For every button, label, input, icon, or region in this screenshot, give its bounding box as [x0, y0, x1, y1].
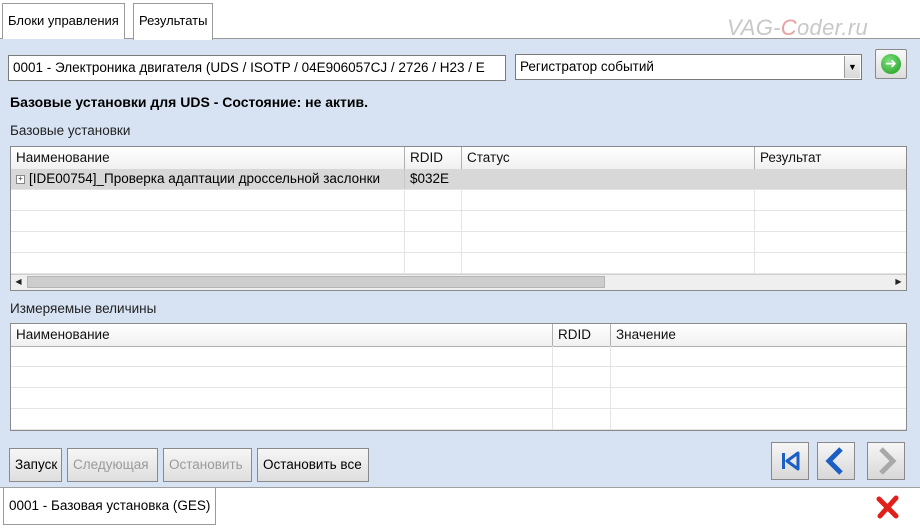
basic-settings-table: Наименование RDID Статус Результат + [IDE… — [10, 146, 907, 291]
tab-control-units[interactable]: Блоки управления — [2, 3, 125, 39]
next-button[interactable] — [867, 442, 905, 480]
expand-icon[interactable]: + — [16, 174, 25, 184]
close-button[interactable] — [875, 494, 901, 520]
previous-button[interactable] — [817, 442, 855, 480]
ecu-field-value: 0001 - Электроника двигателя (UDS / ISOT… — [13, 60, 485, 75]
basic-settings-label: Базовые установки — [10, 123, 131, 138]
table-header: Наименование RDID Статус Результат — [11, 147, 906, 170]
status-line: Базовые установки для UDS - Состояние: н… — [10, 94, 368, 110]
table-row — [11, 211, 906, 232]
ecu-field[interactable]: 0001 - Электроника двигателя (UDS / ISOT… — [8, 55, 506, 81]
table-row — [11, 367, 906, 388]
column-header-status[interactable]: Статус — [462, 147, 755, 169]
chevron-left-icon — [825, 447, 843, 475]
stop-all-button[interactable]: Остановить все — [257, 448, 369, 482]
measured-values-label: Измеряемые величины — [10, 301, 157, 316]
tab-results[interactable]: Результаты — [133, 3, 214, 40]
close-x-icon — [876, 495, 899, 519]
watermark: VAG-Coder.ru — [727, 15, 868, 40]
column-header-rdid[interactable]: RDID — [405, 147, 462, 169]
column-header-rdid[interactable]: RDID — [553, 324, 611, 346]
next-step-button[interactable]: Следующая — [67, 448, 158, 482]
arrow-right-icon: ➜ — [881, 54, 901, 74]
row-name-cell: + [IDE00754]_Проверка адаптации дроссельн… — [11, 169, 405, 189]
scrollbar-thumb[interactable] — [27, 276, 605, 288]
horizontal-scrollbar[interactable]: ◀ ▶ — [11, 274, 906, 290]
table-row[interactable]: + [IDE00754]_Проверка адаптации дроссельн… — [11, 169, 906, 190]
table-row — [11, 190, 906, 211]
table-row — [11, 346, 906, 367]
scroll-right-icon[interactable]: ▶ — [891, 275, 906, 289]
go-button[interactable]: ➜ — [875, 49, 907, 79]
chevron-down-icon[interactable]: ▼ — [844, 56, 860, 78]
column-header-value[interactable]: Значение — [611, 324, 906, 346]
start-button[interactable]: Запуск — [9, 448, 62, 482]
first-button[interactable] — [771, 442, 809, 480]
measured-values-table: Наименование RDID Значение — [10, 323, 907, 431]
mode-select-value: Регистратор событий — [520, 59, 654, 74]
column-header-name[interactable]: Наименование — [11, 324, 553, 346]
column-header-result[interactable]: Результат — [755, 147, 906, 169]
table-header: Наименование RDID Значение — [11, 324, 906, 347]
scroll-left-icon[interactable]: ◀ — [11, 275, 26, 289]
table-row — [11, 232, 906, 253]
column-header-name[interactable]: Наименование — [11, 147, 405, 169]
row-rdid: $032E — [410, 171, 450, 186]
table-row — [11, 253, 906, 274]
tab-basic-setting-ges[interactable]: 0001 - Базовая установка (GES) — [3, 488, 217, 525]
mode-select[interactable]: Регистратор событий ▼ — [515, 54, 862, 80]
row-name: [IDE00754]_Проверка адаптации дроссельно… — [29, 171, 381, 186]
table-row — [11, 409, 906, 430]
chevron-right-icon — [879, 447, 897, 475]
skip-first-icon — [782, 451, 800, 471]
stop-button[interactable]: Остановить — [163, 448, 252, 482]
table-row — [11, 388, 906, 409]
